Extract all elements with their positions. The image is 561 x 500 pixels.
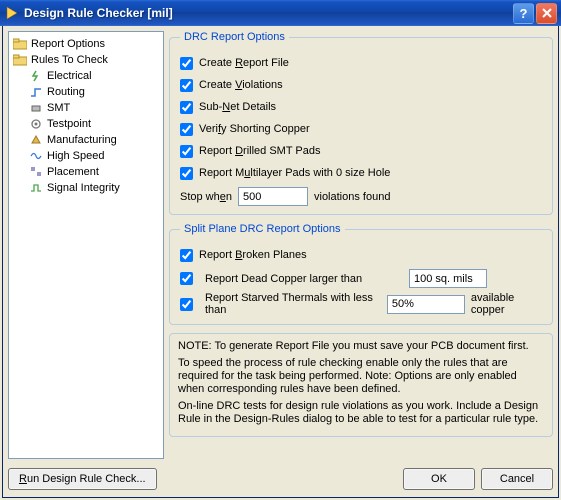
report-multilayer-pads-checkbox[interactable] (180, 167, 193, 180)
footer: Run Design Rule Check... OK Cancel (8, 467, 553, 491)
checkbox-label: Report Drilled SMT Pads (199, 145, 320, 157)
drc-report-options-group: DRC Report Options Create Report File Cr… (169, 31, 553, 215)
stop-when-suffix: violations found (314, 191, 390, 203)
create-report-file-checkbox[interactable] (180, 57, 193, 70)
tree-node-high-speed[interactable]: High Speed (27, 148, 161, 164)
run-drc-button[interactable]: Run Design Rule Check... (8, 468, 157, 490)
tree-label: Testpoint (47, 118, 91, 130)
stop-when-label: Stop when (180, 191, 232, 203)
cancel-button[interactable]: Cancel (481, 468, 553, 490)
note-line: NOTE: To generate Report File you must s… (178, 340, 544, 353)
report-drilled-smt-pads-checkbox[interactable] (180, 145, 193, 158)
smt-icon (28, 101, 44, 115)
routing-icon (28, 85, 44, 99)
tree-label: Manufacturing (47, 134, 117, 146)
report-dead-copper-checkbox[interactable] (180, 272, 193, 285)
sub-net-details-checkbox[interactable] (180, 101, 193, 114)
stop-when-input[interactable] (238, 187, 308, 206)
help-button[interactable]: ? (513, 3, 534, 24)
tree-node-manufacturing[interactable]: Manufacturing (27, 132, 161, 148)
create-violations-checkbox[interactable] (180, 79, 193, 92)
button-label: Cancel (500, 473, 534, 485)
checkbox-label: Report Broken Planes (199, 249, 307, 261)
tree-label: Routing (47, 86, 85, 98)
note-line: On-line DRC tests for design rule violat… (178, 400, 544, 426)
button-label: OK (431, 473, 447, 485)
placement-icon (28, 165, 44, 179)
ok-button[interactable]: OK (403, 468, 475, 490)
tree-label: Electrical (47, 70, 92, 82)
tree-node-smt[interactable]: SMT (27, 100, 161, 116)
client-area: Report Options Rules To Check Electrical… (2, 26, 559, 498)
tree-node-rules-to-check[interactable]: Rules To Check (11, 52, 161, 68)
checkbox-label: Verify Shorting Copper (199, 123, 310, 135)
close-button[interactable] (536, 3, 557, 24)
report-starved-thermals-checkbox[interactable] (180, 298, 193, 311)
options-panel: DRC Report Options Create Report File Cr… (169, 31, 553, 461)
group-legend: DRC Report Options (180, 31, 289, 43)
note-box: NOTE: To generate Report File you must s… (169, 333, 553, 437)
tree-panel: Report Options Rules To Check Electrical… (8, 31, 164, 459)
tree-node-electrical[interactable]: Electrical (27, 68, 161, 84)
electrical-icon (28, 69, 44, 83)
tree-label: Signal Integrity (47, 182, 120, 194)
checkbox-label: Report Dead Copper larger than (205, 273, 403, 285)
tree-node-placement[interactable]: Placement (27, 164, 161, 180)
tree-label: SMT (47, 102, 70, 114)
checkbox-label: Create Report File (199, 57, 289, 69)
starved-thermals-input[interactable] (387, 295, 465, 314)
tree-node-routing[interactable]: Routing (27, 84, 161, 100)
group-legend: Split Plane DRC Report Options (180, 223, 345, 235)
report-broken-planes-checkbox[interactable] (180, 249, 193, 262)
tree-node-report-options[interactable]: Report Options (11, 36, 161, 52)
tree-label: Rules To Check (31, 54, 108, 66)
window-title: Design Rule Checker [mil] (24, 6, 511, 20)
folder-icon (12, 53, 28, 67)
note-line: To speed the process of rule checking en… (178, 357, 544, 396)
verify-shorting-copper-checkbox[interactable] (180, 123, 193, 136)
dead-copper-input[interactable] (409, 269, 487, 288)
manufacturing-icon (28, 133, 44, 147)
tree-label: Placement (47, 166, 99, 178)
checkbox-label: Create Violations (199, 79, 283, 91)
app-icon (4, 5, 20, 21)
title-bar: Design Rule Checker [mil] ? (0, 0, 561, 26)
button-label: Run Design Rule Check... (19, 473, 146, 485)
checkbox-label: Sub-Net Details (199, 101, 276, 113)
testpoint-icon (28, 117, 44, 131)
high-speed-icon (28, 149, 44, 163)
folder-icon (12, 37, 28, 51)
starved-suffix: available copper (471, 292, 542, 316)
signal-integrity-icon (28, 181, 44, 195)
tree-label: High Speed (47, 150, 105, 162)
tree-node-testpoint[interactable]: Testpoint (27, 116, 161, 132)
tree-node-signal-integrity[interactable]: Signal Integrity (27, 180, 161, 196)
checkbox-label: Report Multilayer Pads with 0 size Hole (199, 167, 390, 179)
split-plane-options-group: Split Plane DRC Report Options Report Br… (169, 223, 553, 325)
checkbox-label: Report Starved Thermals with less than (205, 292, 381, 316)
tree-label: Report Options (31, 38, 105, 50)
